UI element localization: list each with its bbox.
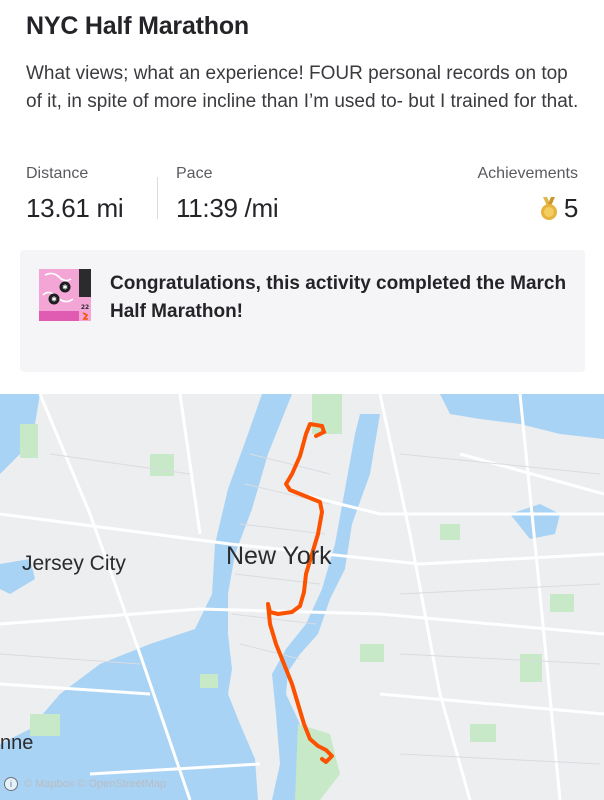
map-attribution[interactable]: i © Mapbox © OpenStreetMap	[4, 777, 166, 791]
challenge-message: Congratulations, this activity completed…	[110, 273, 567, 322]
svg-text:✱: ✱	[62, 284, 68, 292]
svg-text:22: 22	[81, 304, 89, 311]
stat-achievements[interactable]: Achievements 5	[478, 165, 579, 224]
activity-description: What views; what an experience! FOUR per…	[26, 63, 579, 112]
gold-medal-icon	[540, 196, 558, 221]
svg-text:✱: ✱	[51, 296, 57, 304]
challenge-badge-icon: ✱ ✱ 22	[39, 269, 91, 321]
map-canvas	[0, 394, 604, 800]
map-label-new-york: New York	[226, 542, 332, 570]
achievements-value: 5	[563, 193, 578, 223]
pace-label: Pace	[176, 165, 213, 182]
pace-value: 11:39 /mi	[176, 193, 279, 223]
stat-distance: Distance 13.61 mi	[26, 165, 124, 224]
attribution-text: © Mapbox © OpenStreetMap	[24, 778, 167, 790]
achievements-label: Achievements	[477, 165, 579, 182]
distance-label: Distance	[26, 165, 89, 182]
route-map[interactable]: Jersey City New York nne i © Mapbox © Op…	[0, 394, 604, 800]
map-label-partial: nne	[0, 732, 34, 754]
activity-title: NYC Half Marathon	[26, 12, 250, 40]
stat-divider	[157, 177, 158, 219]
challenge-card[interactable]: ✱ ✱ 22 Congratulations, this activity co…	[20, 250, 585, 372]
map-label-jersey-city: Jersey City	[22, 552, 126, 575]
info-icon[interactable]: i	[4, 777, 18, 791]
stat-pace: Pace 11:39 /mi	[176, 165, 279, 224]
stats-row: Distance 13.61 mi Pace 11:39 /mi Achieve…	[26, 165, 578, 225]
distance-value: 13.61 mi	[26, 193, 124, 223]
